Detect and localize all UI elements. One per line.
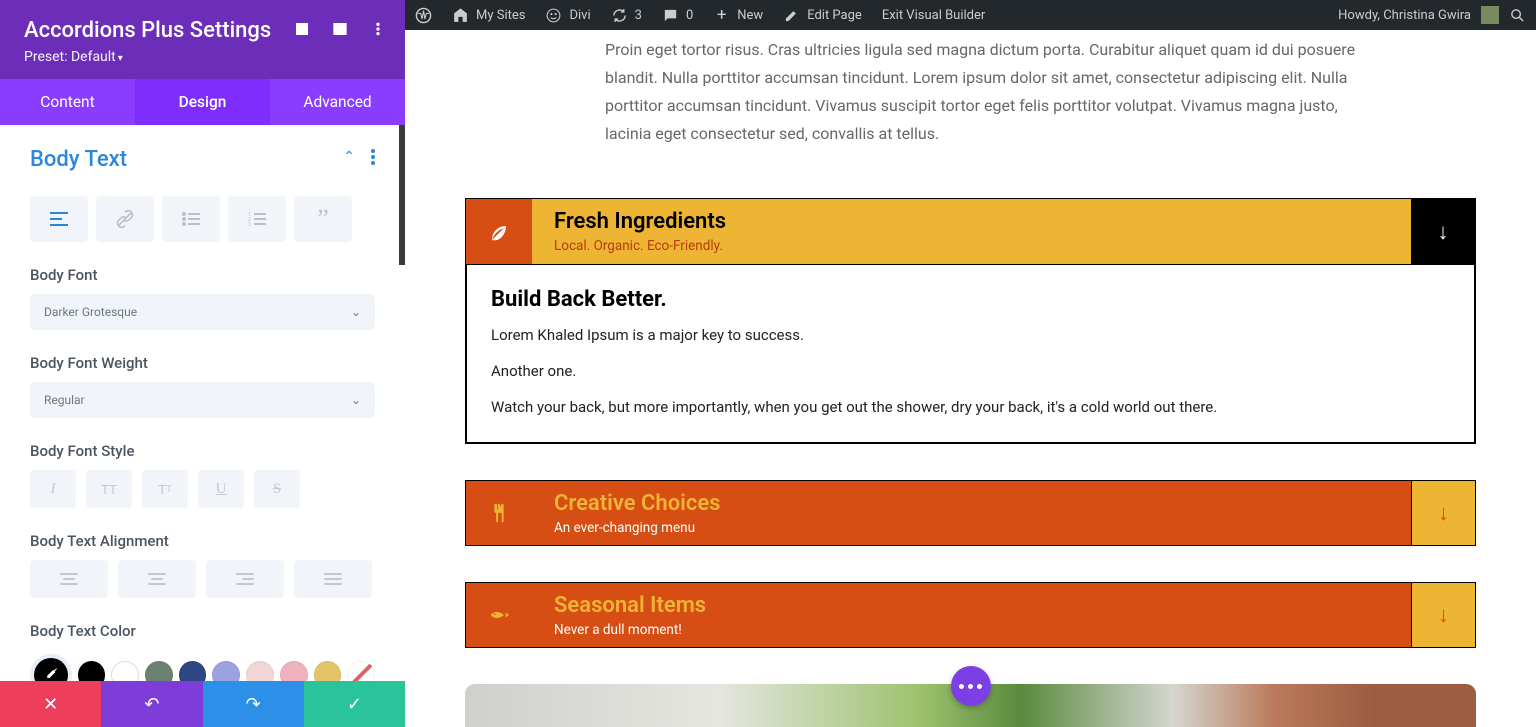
underline-style-button[interactable]: U bbox=[198, 470, 244, 508]
section-title: Body Text bbox=[30, 147, 127, 172]
settings-panel: Accordions Plus Settings Preset: Default… bbox=[0, 0, 405, 727]
align-justify-button[interactable] bbox=[294, 560, 372, 598]
accordions-module: Fresh Ingredients Local. Organic. Eco-Fr… bbox=[465, 198, 1476, 648]
body-font-label: Body Font bbox=[30, 266, 375, 284]
preset-dropdown[interactable]: Preset: Default▾ bbox=[24, 49, 381, 65]
color-swatches bbox=[30, 654, 375, 681]
strikethrough-style-button[interactable]: S bbox=[254, 470, 300, 508]
tab-advanced[interactable]: Advanced bbox=[270, 79, 405, 125]
new-link[interactable]: +New bbox=[703, 0, 773, 30]
chevron-down-icon: ⌄ bbox=[351, 305, 361, 319]
accordion-subtitle: Local. Organic. Eco-Friendly. bbox=[554, 238, 1411, 254]
body-text-color-label: Body Text Color bbox=[30, 622, 375, 640]
undo-button[interactable]: ↶ bbox=[101, 681, 202, 727]
uppercase-style-button[interactable]: TT bbox=[86, 470, 132, 508]
tabs: Content Design Advanced bbox=[0, 79, 405, 125]
edit-page-link[interactable]: Edit Page bbox=[773, 0, 872, 30]
color-swatch[interactable] bbox=[314, 661, 342, 681]
scrollbar[interactable] bbox=[399, 125, 405, 265]
accordion-subtitle: An ever-changing menu bbox=[554, 520, 1411, 536]
accordion-header[interactable]: Seasonal Items Never a dull moment! ↓ bbox=[465, 582, 1476, 648]
chevron-down-icon: ⌄ bbox=[351, 393, 361, 407]
accordion-item: Fresh Ingredients Local. Organic. Eco-Fr… bbox=[465, 198, 1476, 444]
my-sites-link[interactable]: My Sites bbox=[442, 0, 535, 30]
accordion-title: Creative Choices bbox=[554, 491, 1411, 516]
accordion-toggle-icon[interactable]: ↓ bbox=[1411, 199, 1475, 264]
paragraph-format-icon[interactable] bbox=[30, 196, 88, 242]
panel-body: Body Text ⌃ 123 ” Body Font Darker Grote bbox=[0, 125, 405, 681]
body-font-select[interactable]: Darker Grotesque ⌄ bbox=[30, 294, 375, 330]
page-preview: My Sites Divi 3 0 +New Edit Page Exit Vi… bbox=[405, 0, 1536, 727]
accordion-header[interactable]: Fresh Ingredients Local. Organic. Eco-Fr… bbox=[465, 198, 1476, 264]
body-paragraph: Lorem Khaled Ipsum is a major key to suc… bbox=[491, 326, 1450, 344]
caret-down-icon: ▾ bbox=[118, 53, 123, 64]
menu-dots-icon[interactable] bbox=[369, 20, 387, 38]
body-paragraph: Another one. bbox=[491, 362, 1450, 380]
accordion-item: Seasonal Items Never a dull moment! ↓ bbox=[465, 582, 1476, 648]
ol-format-icon[interactable]: 123 bbox=[228, 196, 286, 242]
accordion-header[interactable]: Creative Choices An ever-changing menu ↓ bbox=[465, 480, 1476, 546]
color-swatch[interactable] bbox=[179, 661, 207, 681]
accordion-title: Fresh Ingredients bbox=[554, 209, 1411, 234]
accordion-toggle-icon[interactable]: ↓ bbox=[1411, 481, 1475, 545]
wp-logo-icon[interactable] bbox=[405, 0, 442, 30]
smallcaps-style-button[interactable]: TT bbox=[142, 470, 188, 508]
text-format-tabs: 123 ” bbox=[30, 196, 375, 242]
panel-header: Accordions Plus Settings Preset: Default… bbox=[0, 0, 405, 79]
search-icon[interactable] bbox=[1509, 7, 1526, 24]
color-picker-icon[interactable] bbox=[30, 654, 72, 681]
body-heading: Build Back Better. bbox=[491, 287, 1450, 312]
color-swatch[interactable] bbox=[145, 661, 173, 681]
svg-text:3: 3 bbox=[248, 222, 251, 226]
accordion-title: Seasonal Items bbox=[554, 593, 1411, 618]
save-button[interactable]: ✓ bbox=[304, 681, 405, 727]
exit-vb-link[interactable]: Exit Visual Builder bbox=[872, 0, 995, 30]
utensils-icon bbox=[466, 481, 532, 545]
accordion-item: Creative Choices An ever-changing menu ↓ bbox=[465, 480, 1476, 546]
color-swatch[interactable] bbox=[212, 661, 240, 681]
comments-link[interactable]: 0 bbox=[652, 0, 703, 30]
quote-format-icon[interactable]: ” bbox=[294, 196, 352, 242]
color-swatch[interactable] bbox=[280, 661, 308, 681]
tab-design[interactable]: Design bbox=[135, 79, 270, 125]
cancel-button[interactable]: ✕ bbox=[0, 681, 101, 727]
avatar[interactable] bbox=[1481, 6, 1499, 24]
section-options-icon[interactable] bbox=[371, 147, 375, 167]
color-swatch[interactable] bbox=[111, 661, 139, 681]
howdy-link[interactable]: Howdy, Christina Gwira bbox=[1338, 8, 1471, 23]
redo-button[interactable]: ↷ bbox=[203, 681, 304, 727]
align-right-button[interactable] bbox=[206, 560, 284, 598]
accordion-body: Build Back Better. Lorem Khaled Ipsum is… bbox=[465, 264, 1476, 444]
fish-icon bbox=[466, 583, 532, 647]
intro-paragraph: Proin eget tortor risus. Cras ultricies … bbox=[605, 36, 1385, 148]
hero-image bbox=[465, 684, 1476, 727]
wp-admin-bar: My Sites Divi 3 0 +New Edit Page Exit Vi… bbox=[405, 0, 1536, 30]
body-font-weight-select[interactable]: Regular ⌄ bbox=[30, 382, 375, 418]
site-link[interactable]: Divi bbox=[535, 0, 600, 30]
updates-link[interactable]: 3 bbox=[601, 0, 652, 30]
panel-icon[interactable] bbox=[331, 20, 349, 38]
collapse-icon[interactable]: ⌃ bbox=[343, 149, 355, 165]
italic-style-button[interactable]: I bbox=[30, 470, 76, 508]
module-options-fab[interactable] bbox=[951, 666, 991, 706]
link-format-icon[interactable] bbox=[96, 196, 154, 242]
accordion-subtitle: Never a dull moment! bbox=[554, 622, 1411, 638]
panel-footer: ✕ ↶ ↷ ✓ bbox=[0, 681, 405, 727]
tab-content[interactable]: Content bbox=[0, 79, 135, 125]
ul-format-icon[interactable] bbox=[162, 196, 220, 242]
body-text-alignment-label: Body Text Alignment bbox=[30, 532, 375, 550]
align-center-button[interactable] bbox=[118, 560, 196, 598]
accordion-toggle-icon[interactable]: ↓ bbox=[1411, 583, 1475, 647]
body-font-style-label: Body Font Style bbox=[30, 442, 375, 460]
align-left-button[interactable] bbox=[30, 560, 108, 598]
expand-icon[interactable] bbox=[293, 20, 311, 38]
leaf-icon bbox=[466, 199, 532, 264]
body-paragraph: Watch your back, but more importantly, w… bbox=[491, 398, 1450, 416]
color-swatch-none[interactable] bbox=[347, 661, 375, 681]
body-font-weight-label: Body Font Weight bbox=[30, 354, 375, 372]
color-swatch[interactable] bbox=[246, 661, 274, 681]
color-swatch[interactable] bbox=[78, 661, 106, 681]
